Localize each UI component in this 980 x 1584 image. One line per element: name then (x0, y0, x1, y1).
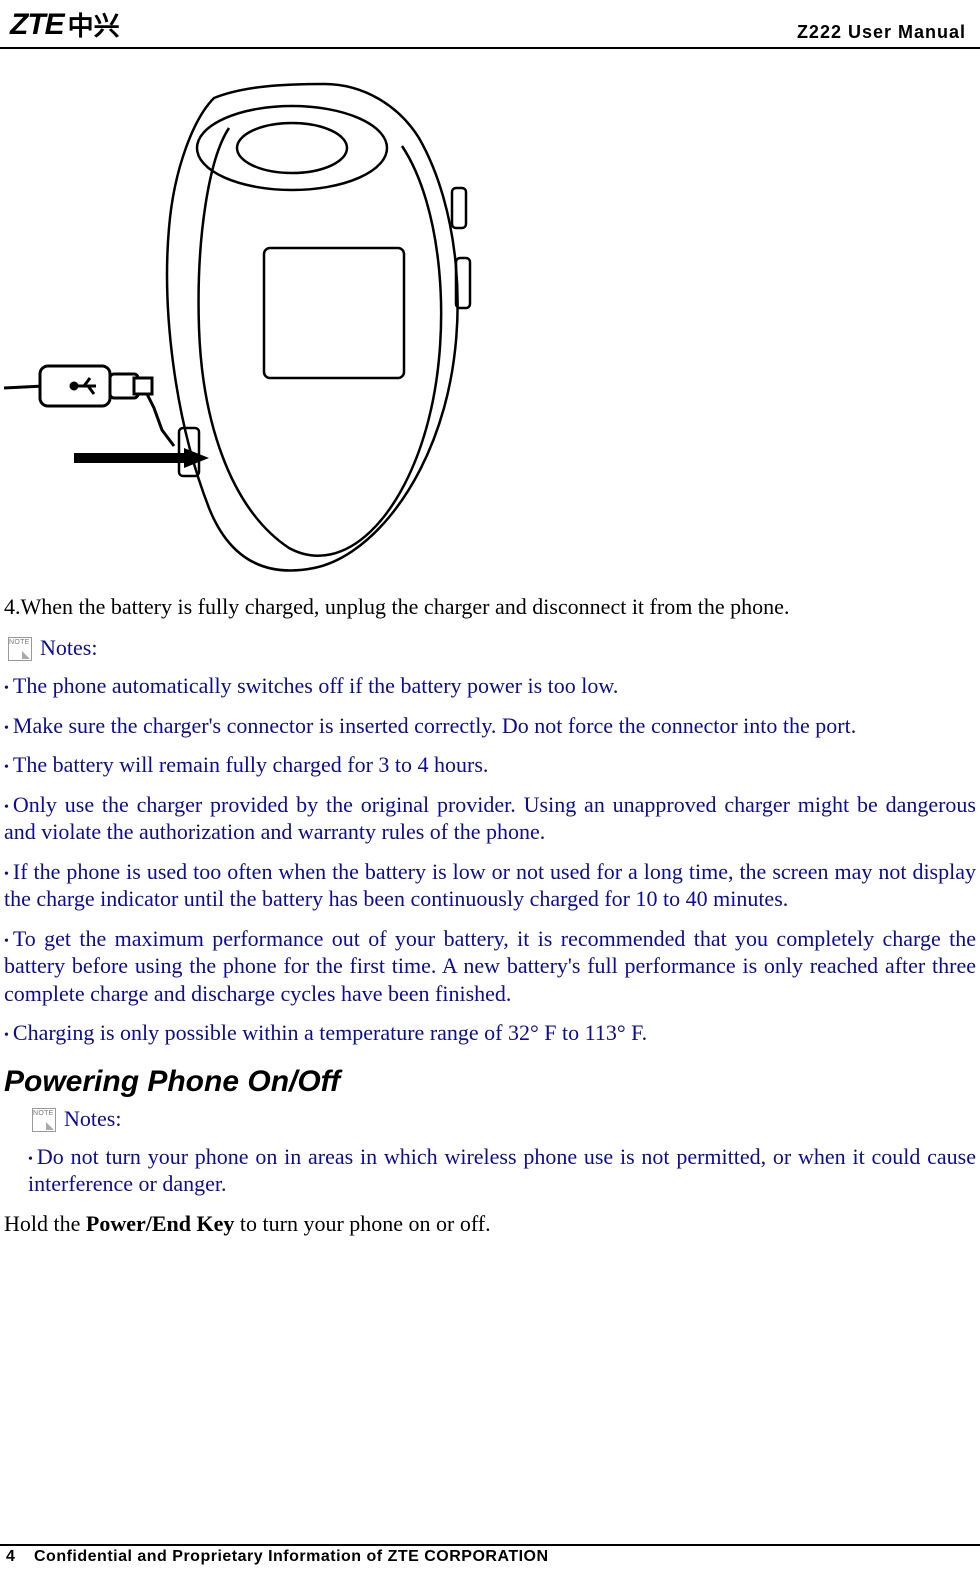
notes-heading-2: Notes: (28, 1105, 976, 1133)
page-number: 4 (6, 1548, 24, 1566)
hold-pre: Hold the (4, 1211, 86, 1236)
phone-illustration-icon (4, 58, 504, 588)
page-footer: 4 Confidential and Proprietary Informati… (0, 1544, 980, 1566)
note-text: Do not turn your phone on in areas in wh… (28, 1144, 976, 1197)
list-item: •The battery will remain fully charged f… (4, 751, 976, 779)
note-icon (28, 1105, 58, 1133)
note-text: The phone automatically switches off if … (13, 673, 618, 698)
note-text: The battery will remain fully charged fo… (13, 752, 489, 777)
notes-list-1: •The phone automatically switches off if… (4, 672, 976, 1047)
hold-bold: Power/End Key (86, 1211, 235, 1236)
section-heading-power: Powering Phone On/Off (4, 1065, 976, 1099)
list-item: •If the phone is used too often when the… (4, 858, 976, 913)
page: ZTE 中兴 Z222 User Manual (0, 0, 980, 1584)
notes-heading-1: Notes: (4, 634, 976, 662)
note-icon (4, 634, 34, 662)
doc-title: Z222 User Manual (797, 22, 966, 43)
page-header: ZTE 中兴 Z222 User Manual (0, 0, 980, 49)
note-text: Make sure the charger's connector is ins… (13, 713, 856, 738)
hold-post: to turn your phone on or off. (234, 1211, 490, 1236)
content: 4.When the battery is fully charged, unp… (4, 48, 976, 1237)
note-text: To get the maximum performance out of yo… (4, 926, 976, 1006)
notes-label-2: Notes: (64, 1106, 121, 1132)
notes-list-2: •Do not turn your phone on in areas in w… (28, 1143, 976, 1198)
list-item: •The phone automatically switches off if… (4, 672, 976, 700)
note-text: If the phone is used too often when the … (4, 859, 976, 912)
hold-power-line: Hold the Power/End Key to turn your phon… (4, 1210, 976, 1238)
list-item: •Only use the charger provided by the or… (4, 791, 976, 846)
logo: ZTE 中兴 (10, 6, 120, 43)
list-item: •Do not turn your phone on in areas in w… (28, 1143, 976, 1198)
footer-text: Confidential and Proprietary Information… (34, 1548, 549, 1566)
notes-label-1: Notes: (40, 635, 97, 661)
logo-cn: 中兴 (68, 6, 120, 43)
power-section-body: Notes: •Do not turn your phone on in are… (28, 1105, 976, 1198)
list-item: •To get the maximum performance out of y… (4, 925, 976, 1008)
note-text: Only use the charger provided by the ori… (4, 792, 976, 845)
figure-phone-charging (4, 58, 976, 588)
step-4-text: 4.When the battery is fully charged, unp… (4, 594, 976, 620)
list-item: •Charging is only possible within a temp… (4, 1019, 976, 1047)
list-item: •Make sure the charger's connector is in… (4, 712, 976, 740)
note-text: Charging is only possible within a tempe… (13, 1020, 647, 1045)
logo-latin: ZTE (10, 8, 64, 42)
